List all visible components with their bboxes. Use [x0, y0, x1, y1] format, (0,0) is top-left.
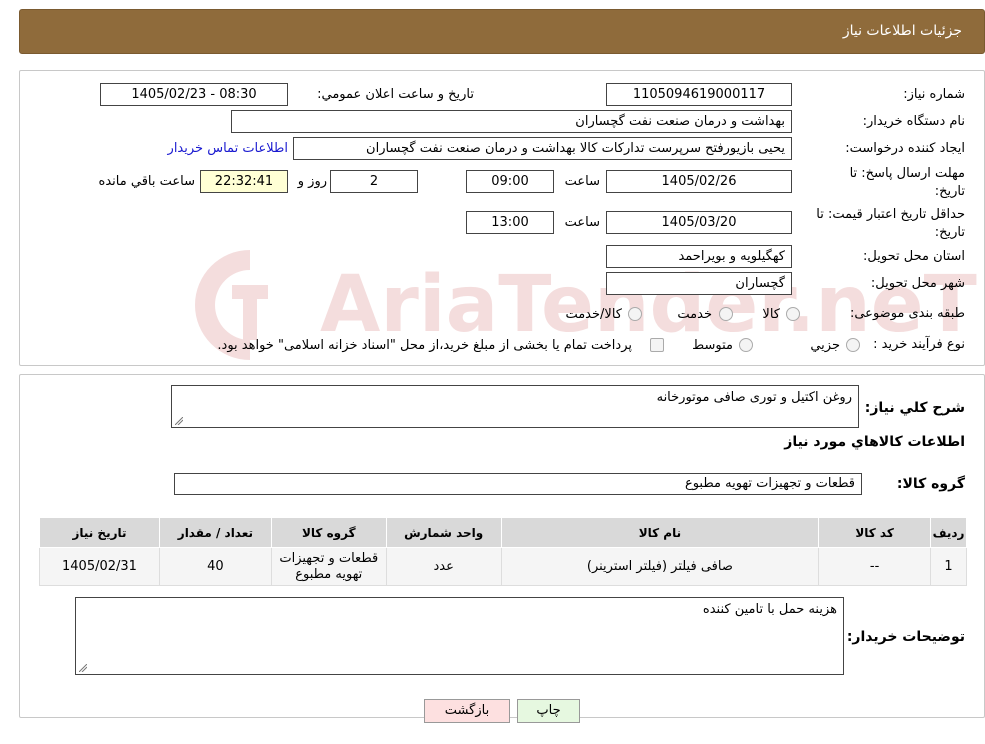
cell-name: صافی فیلتر (فیلتر استرینر) — [500, 547, 820, 586]
resize-grip-icon[interactable] — [175, 417, 183, 425]
buyer-notes-textarea[interactable]: هزینه حمل با تامین کننده — [75, 597, 844, 675]
process-label: نوع فرآيند خريد : — [873, 337, 965, 352]
deadline-date-field: 1405/02/26 — [606, 170, 792, 193]
process-note: پرداخت تمام يا بخشی از مبلغ خريد،از محل … — [217, 338, 632, 353]
goods-info-title: اطلاعات کالاهاي مورد نياز — [784, 434, 965, 450]
resize-grip-icon[interactable] — [79, 664, 87, 672]
category-option-service: خدمت — [677, 307, 712, 322]
page-header: جزئیات اطلاعات نیاز — [19, 9, 985, 54]
col-quantity: تعداد / مقدار — [158, 517, 272, 548]
col-unit: واحد شمارش — [385, 517, 502, 548]
col-need-date: تاريخ نياز — [39, 517, 160, 548]
remaining-days-field: 2 — [330, 170, 418, 193]
province-label: استان محل تحويل: — [863, 249, 965, 264]
process-option-medium: متوسط — [692, 338, 733, 353]
days-label: روز و — [297, 174, 327, 189]
process-treasury-checkbox[interactable] — [650, 338, 664, 352]
buyer-notes-label: توضيحات خريدار: — [846, 629, 965, 645]
buyer-org-label: نام دستگاه خريدار: — [862, 114, 965, 129]
category-service-radio[interactable] — [719, 307, 733, 321]
table-row: 1 -- صافی فیلتر (فیلتر استرینر) عدد قطعا… — [39, 547, 967, 586]
print-button[interactable]: چاپ — [517, 699, 580, 723]
process-minor-radio[interactable] — [846, 338, 860, 352]
cell-row: 1 — [930, 547, 967, 586]
cell-unit: عدد — [385, 547, 502, 586]
deadline-time-field: 09:00 — [466, 170, 554, 193]
announce-datetime-field: 1405/02/23 - 08:30 — [100, 83, 288, 106]
back-button[interactable]: بازگشت — [424, 699, 510, 723]
city-label: شهر محل تحويل: — [870, 276, 965, 291]
goods-table: رديف کد کالا نام کالا واحد شمارش گروه کا… — [39, 517, 967, 586]
deadline-label-date: تاریخ: — [934, 184, 965, 199]
need-number-field: 1105094619000117 — [606, 83, 792, 106]
col-row: رديف — [930, 517, 967, 548]
validity-label-date: تاریخ: — [934, 225, 965, 240]
city-field: گچساران — [606, 272, 792, 295]
deadline-time-label: ساعت — [564, 174, 600, 189]
goods-table-header: رديف کد کالا نام کالا واحد شمارش گروه کا… — [39, 517, 967, 548]
col-group: گروه کالا — [270, 517, 387, 548]
cell-need-date: 1405/02/31 — [39, 547, 160, 586]
col-name: نام کالا — [500, 517, 820, 548]
summary-text: روغن اکتیل و توری صافی موتورخانه — [656, 390, 852, 405]
buyer-contact-link[interactable]: اطلاعات تماس خريدار — [168, 141, 288, 156]
category-goods-radio[interactable] — [786, 307, 800, 321]
cell-code: -- — [818, 547, 932, 586]
remaining-time-field: 22:32:41 — [200, 170, 288, 193]
creator-field: يحيی بازيورفتح سرپرست تداركات كالا بهداش… — [293, 137, 792, 160]
buyer-org-field: بهداشت و درمان صنعت نفت گچساران — [231, 110, 792, 133]
province-field: کهگيلويه و بويراحمد — [606, 245, 792, 268]
remaining-time-label: ساعت باقي مانده — [98, 174, 195, 189]
process-medium-radio[interactable] — [739, 338, 753, 352]
validity-time-label: ساعت — [564, 215, 600, 230]
announce-label: تاریخ و ساعت اعلان عمومي: — [317, 87, 474, 102]
need-number-label: شماره نیاز: — [903, 87, 965, 102]
goods-group-field: قطعات و تجهیزات تهویه مطبوع — [174, 473, 862, 495]
cell-quantity: 40 — [158, 547, 272, 586]
creator-label: ايجاد کننده درخواست: — [845, 141, 965, 156]
cell-group: قطعات و تجهيزات تهويه مطبوع — [270, 547, 387, 586]
buyer-notes-text: هزینه حمل با تامین کننده — [702, 602, 837, 617]
validity-label: حداقل تاريخ اعتبار قيمت: تا — [816, 207, 965, 222]
deadline-label: مهلت ارسال پاسخ: تا — [849, 166, 965, 181]
process-option-minor: جزيي — [810, 338, 840, 353]
summary-label: شرح کلي نياز: — [864, 400, 965, 416]
category-option-goods-service: كالا/خدمت — [565, 307, 622, 322]
page-title: جزئیات اطلاعات نیاز — [842, 23, 962, 39]
goods-group-label: گروه کالا: — [896, 476, 965, 492]
col-code: کد کالا — [818, 517, 932, 548]
category-option-goods: كالا — [762, 307, 780, 322]
category-label: طبقه بندی موضوعی: — [849, 306, 965, 321]
validity-date-field: 1405/03/20 — [606, 211, 792, 234]
category-goods-service-radio[interactable] — [628, 307, 642, 321]
summary-textarea[interactable]: روغن اکتیل و توری صافی موتورخانه — [171, 385, 859, 428]
validity-time-field: 13:00 — [466, 211, 554, 234]
